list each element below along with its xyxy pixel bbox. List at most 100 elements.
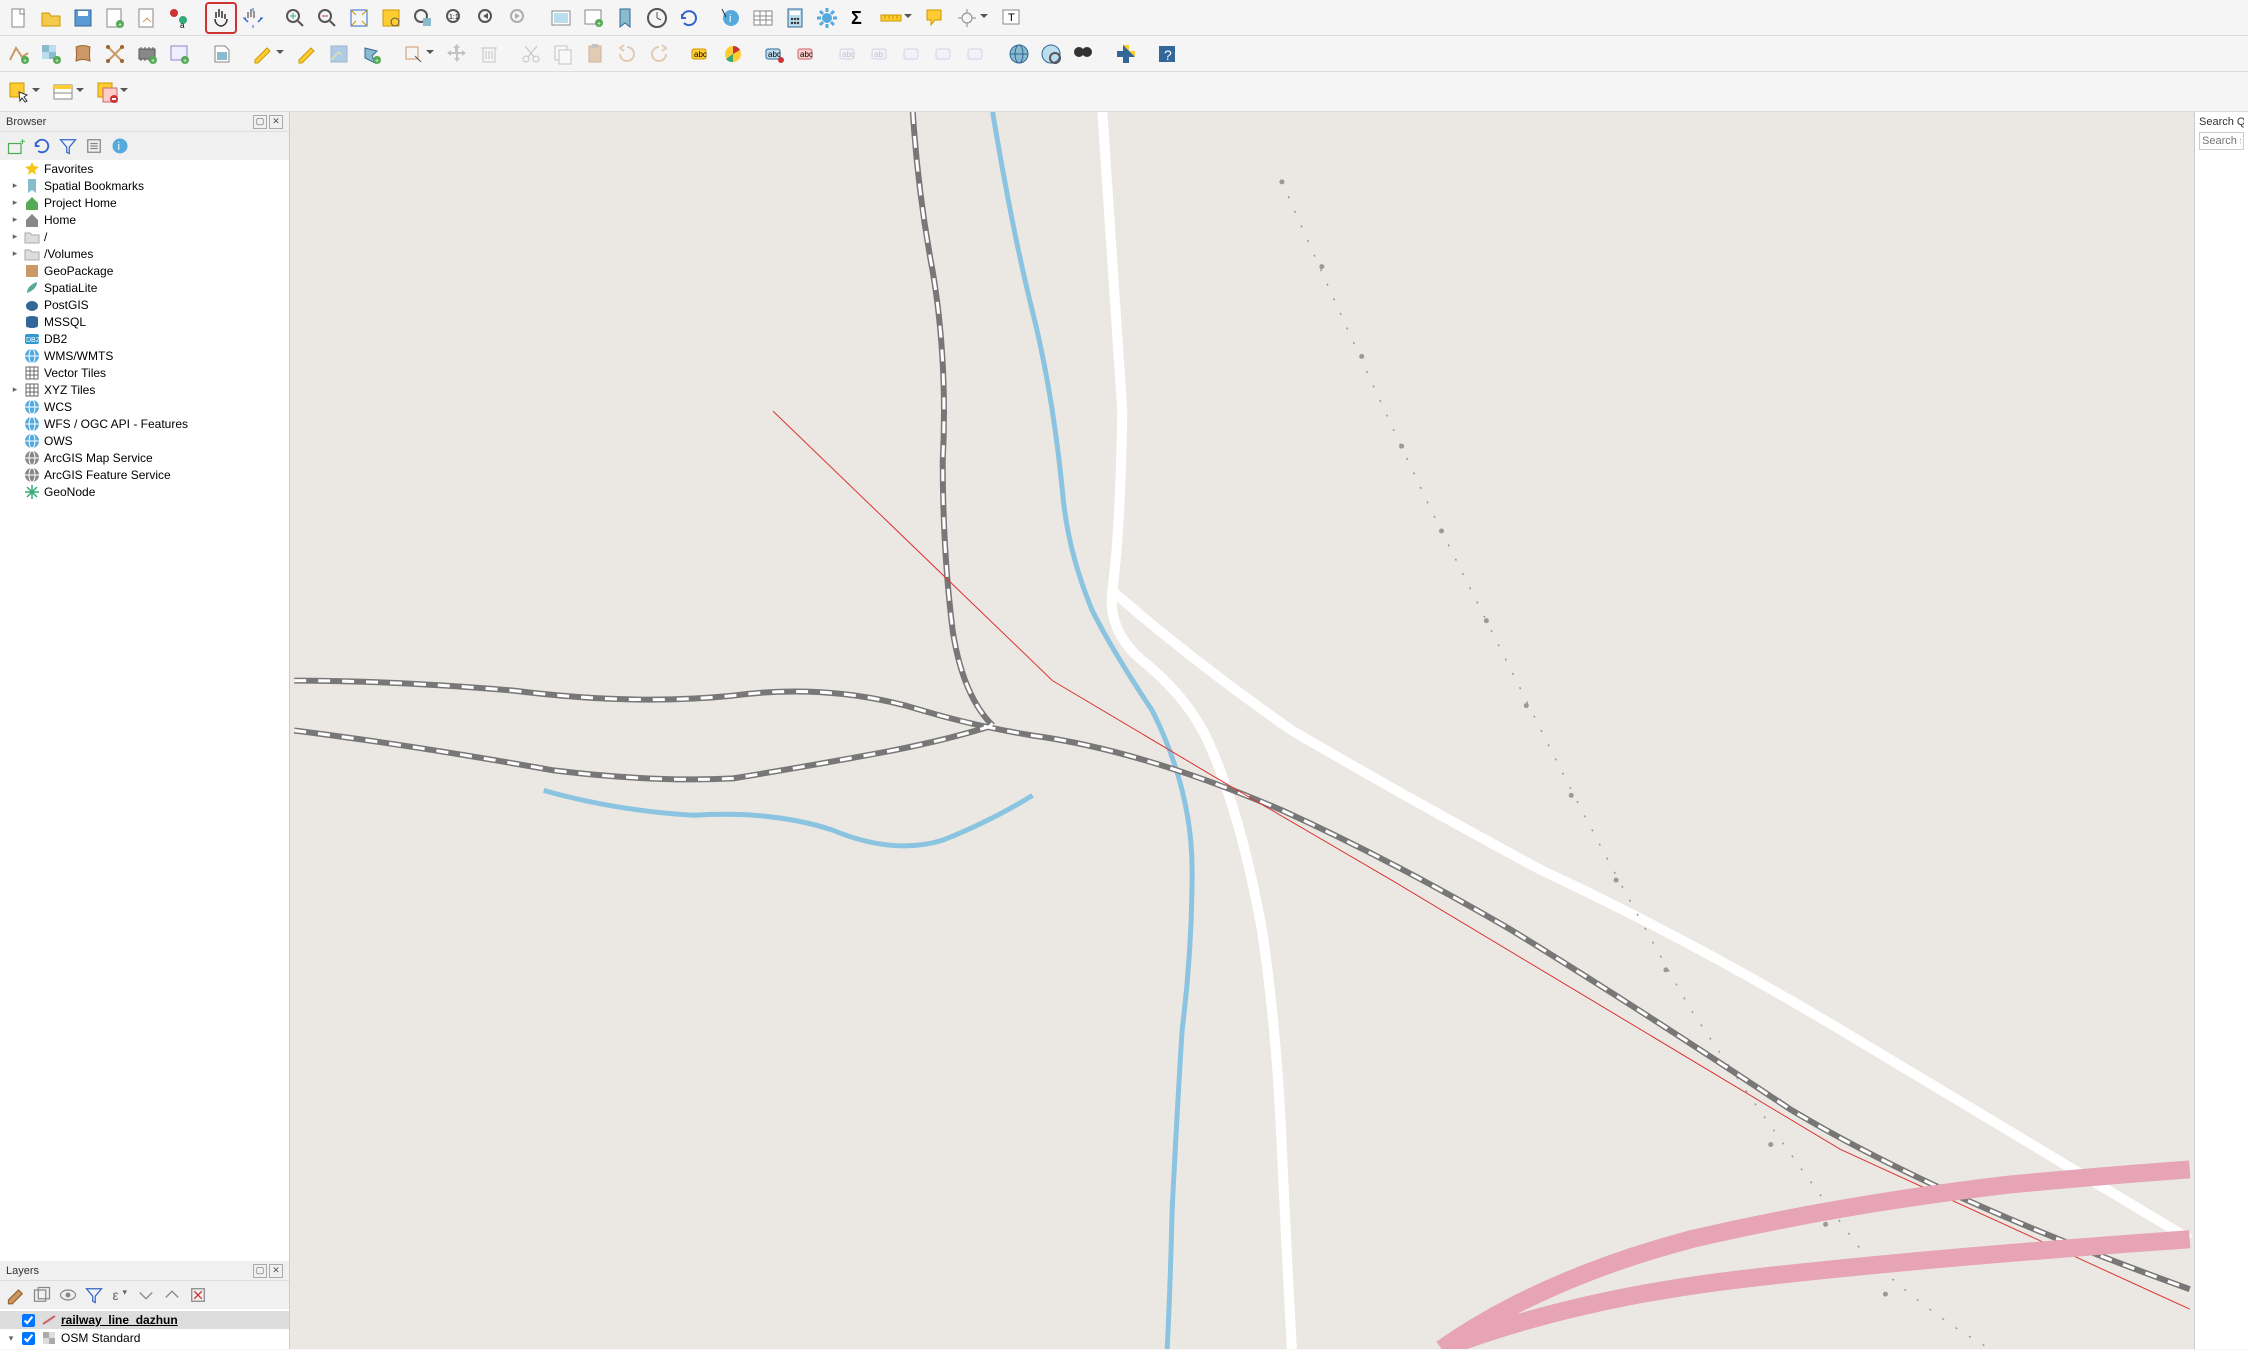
measure-icon[interactable] xyxy=(876,3,906,33)
browser-undock-icon[interactable]: ▢ xyxy=(253,115,267,129)
zoom-out-icon[interactable] xyxy=(312,3,342,33)
browser-item[interactable]: WMS/WMTS xyxy=(0,347,289,364)
expand-icon[interactable]: ▾ xyxy=(6,1333,16,1344)
layer-row[interactable]: railway_line_dazhun xyxy=(0,1311,289,1329)
new-virtual-icon[interactable]: + xyxy=(164,39,194,69)
osm-place-search-icon[interactable] xyxy=(1004,39,1034,69)
select-features-icon[interactable] xyxy=(4,77,34,107)
add-raster-icon[interactable]: + xyxy=(36,39,66,69)
identify-icon[interactable]: i xyxy=(716,3,746,33)
expand-icon[interactable]: ▸ xyxy=(10,197,20,208)
search-qms-input[interactable] xyxy=(2199,132,2244,150)
layers-undock-icon[interactable]: ▢ xyxy=(253,1264,267,1278)
layers-close-icon[interactable]: ✕ xyxy=(269,1264,283,1278)
zoom-layer-icon[interactable] xyxy=(408,3,438,33)
browser-item[interactable]: PostGIS xyxy=(0,296,289,313)
filter-legend-icon[interactable] xyxy=(84,1285,104,1305)
redo-icon[interactable] xyxy=(644,39,674,69)
text-annotation-icon[interactable]: T xyxy=(996,3,1026,33)
add-vector-icon[interactable]: + xyxy=(4,39,34,69)
annotation-icon[interactable] xyxy=(952,3,982,33)
quickosm-icon[interactable] xyxy=(1036,39,1066,69)
new-project-icon[interactable] xyxy=(4,3,34,33)
new-print-layout-icon[interactable]: + xyxy=(100,3,130,33)
remove-layer-icon[interactable] xyxy=(188,1285,208,1305)
browser-item[interactable]: WFS / OGC API - Features xyxy=(0,415,289,432)
python-icon[interactable] xyxy=(1110,39,1140,69)
filter-expression-icon[interactable]: ε▾ xyxy=(110,1285,130,1305)
browser-close-icon[interactable]: ✕ xyxy=(269,115,283,129)
zoom-native-icon[interactable]: 1:1 xyxy=(440,3,470,33)
expand-all-icon[interactable] xyxy=(136,1285,156,1305)
help-icon[interactable]: ? xyxy=(1152,39,1182,69)
move-label-icon[interactable]: ab xyxy=(866,39,896,69)
digitize-shape-icon[interactable] xyxy=(398,39,428,69)
browser-item[interactable]: Vector Tiles xyxy=(0,364,289,381)
diagram-icon[interactable] xyxy=(718,39,748,69)
manage-visibility-icon[interactable] xyxy=(58,1285,78,1305)
browser-refresh-icon[interactable] xyxy=(32,136,52,156)
new-gpkg-icon[interactable] xyxy=(206,39,236,69)
deselect-all-icon[interactable] xyxy=(92,77,122,107)
nominatim-icon[interactable] xyxy=(1068,39,1098,69)
change-label-icon[interactable] xyxy=(930,39,960,69)
label-tool-icon[interactable]: abc xyxy=(686,39,716,69)
new-memory-icon[interactable]: + xyxy=(132,39,162,69)
zoom-last-icon[interactable] xyxy=(472,3,502,33)
pan-to-selection-icon[interactable] xyxy=(238,3,268,33)
highlight-pinned-icon[interactable]: abc xyxy=(760,39,790,69)
cut-features-icon[interactable] xyxy=(516,39,546,69)
temporal-controller-icon[interactable] xyxy=(642,3,672,33)
change-label2-icon[interactable] xyxy=(962,39,992,69)
rotate-label-icon[interactable] xyxy=(898,39,928,69)
toggle-editing-icon[interactable] xyxy=(292,39,322,69)
browser-item[interactable]: ▸XYZ Tiles xyxy=(0,381,289,398)
attribute-table-icon[interactable] xyxy=(748,3,778,33)
copy-features-icon[interactable] xyxy=(548,39,578,69)
field-calculator-icon[interactable] xyxy=(780,3,810,33)
browser-item[interactable]: ▸/Volumes xyxy=(0,245,289,262)
add-layer-icon[interactable]: + xyxy=(6,136,26,156)
browser-item[interactable]: GeoNode xyxy=(0,483,289,500)
show-bookmarks-icon[interactable] xyxy=(610,3,640,33)
collapse-all-icon[interactable] xyxy=(162,1285,182,1305)
refresh-icon[interactable] xyxy=(674,3,704,33)
undo-icon[interactable] xyxy=(612,39,642,69)
open-project-icon[interactable] xyxy=(36,3,66,33)
browser-item[interactable]: ▸Spatial Bookmarks xyxy=(0,177,289,194)
delete-selected-icon[interactable] xyxy=(474,39,504,69)
add-feature-icon[interactable]: + xyxy=(356,39,386,69)
browser-item[interactable]: MSSQL xyxy=(0,313,289,330)
select-by-value-icon[interactable] xyxy=(48,77,78,107)
layers-tree[interactable]: railway_line_dazhun▾OSM Standard xyxy=(0,1309,289,1349)
style-manager-icon[interactable]: a xyxy=(164,3,194,33)
pan-map-icon[interactable] xyxy=(206,3,236,33)
layer-style-icon[interactable] xyxy=(6,1285,26,1305)
save-project-icon[interactable] xyxy=(68,3,98,33)
move-feature-icon[interactable] xyxy=(442,39,472,69)
browser-item[interactable]: SpatiaLite xyxy=(0,279,289,296)
expand-icon[interactable]: ▸ xyxy=(10,248,20,259)
zoom-next-icon[interactable] xyxy=(504,3,534,33)
browser-collapse-icon[interactable] xyxy=(84,136,104,156)
zoom-selection-icon[interactable] xyxy=(376,3,406,33)
show-hide-icon[interactable]: abc xyxy=(834,39,864,69)
new-map-view-icon[interactable] xyxy=(546,3,576,33)
toolbox-icon[interactable] xyxy=(812,3,842,33)
new-spatialite-icon[interactable] xyxy=(100,39,130,69)
browser-item[interactable]: ▸/ xyxy=(0,228,289,245)
show-layout-manager-icon[interactable] xyxy=(132,3,162,33)
browser-item[interactable]: ArcGIS Map Service xyxy=(0,449,289,466)
statistics-icon[interactable]: Σ xyxy=(844,3,874,33)
layer-visibility-checkbox[interactable] xyxy=(22,1314,35,1327)
pin-labels-icon[interactable]: abc xyxy=(792,39,822,69)
current-edits-icon[interactable] xyxy=(248,39,278,69)
paste-features-icon[interactable] xyxy=(580,39,610,69)
zoom-full-icon[interactable] xyxy=(344,3,374,33)
browser-item[interactable]: ArcGIS Feature Service xyxy=(0,466,289,483)
browser-filter-icon[interactable] xyxy=(58,136,78,156)
save-edits-icon[interactable] xyxy=(324,39,354,69)
layer-row[interactable]: ▾OSM Standard xyxy=(0,1329,289,1347)
browser-item[interactable]: ▸Project Home xyxy=(0,194,289,211)
browser-item[interactable]: OWS xyxy=(0,432,289,449)
